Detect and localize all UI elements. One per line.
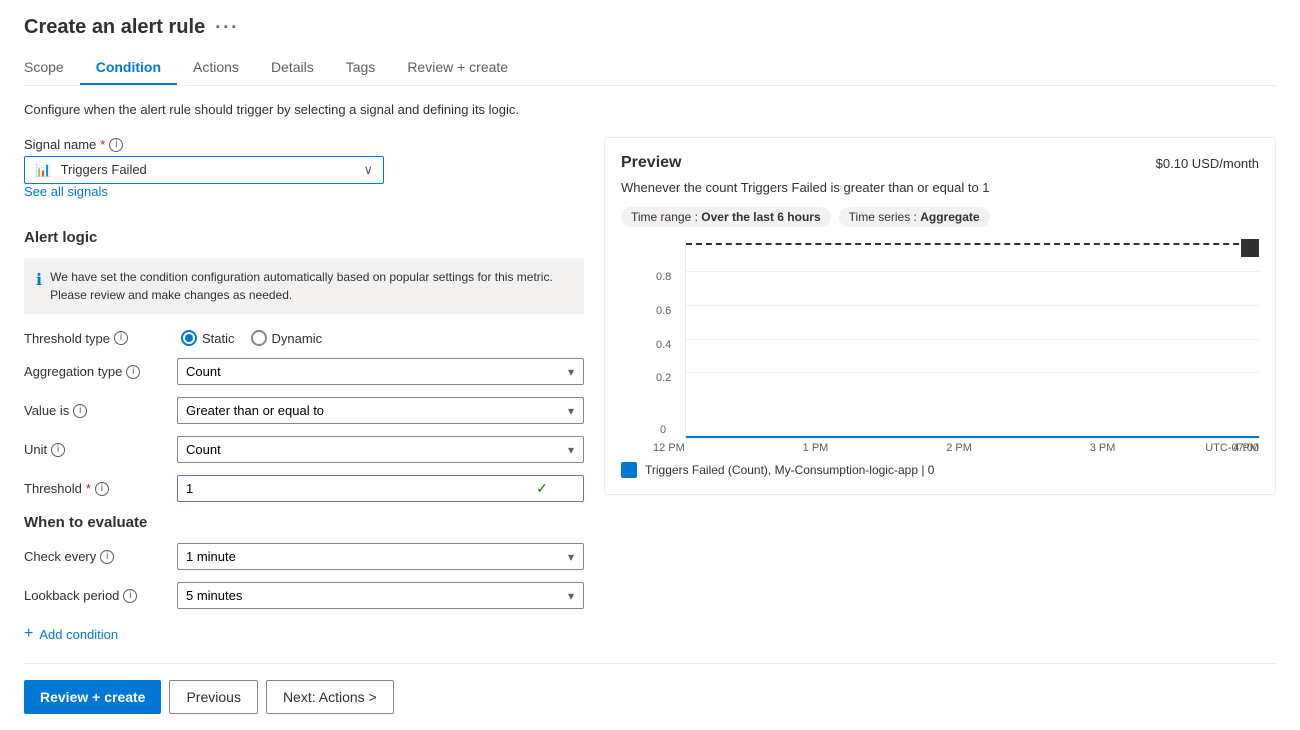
grid-line-04 xyxy=(686,339,1259,340)
legend-color-box xyxy=(621,462,637,478)
time-series-label: Time series : xyxy=(849,210,917,224)
legend-text: Triggers Failed (Count), My-Consumption-… xyxy=(645,463,934,477)
preview-description: Whenever the count Triggers Failed is gr… xyxy=(621,180,1259,195)
threshold-type-info-icon[interactable]: i xyxy=(114,331,128,345)
threshold-required-marker: * xyxy=(86,481,91,496)
signal-name-value: Triggers Failed xyxy=(61,162,147,177)
alert-logic-info-box: ℹ We have set the condition configuratio… xyxy=(24,258,584,314)
page-title: Create an alert rule xyxy=(24,16,205,39)
signal-required-marker: * xyxy=(100,137,105,152)
radio-static-circle xyxy=(181,330,197,346)
preview-panel: Preview $0.10 USD/month Whenever the cou… xyxy=(604,137,1276,495)
see-all-signals-link[interactable]: See all signals xyxy=(24,184,108,199)
x-label-3pm: 3 PM xyxy=(1090,442,1116,454)
previous-button[interactable]: Previous xyxy=(169,680,257,714)
tab-scope[interactable]: Scope xyxy=(24,51,80,85)
data-line xyxy=(686,436,1259,438)
y-label-04: 0.4 xyxy=(656,339,671,351)
chart-x-labels: 12 PM 1 PM 2 PM 3 PM 4 PM UTC-07:00 xyxy=(653,439,1259,454)
check-every-label: Check every xyxy=(24,549,96,564)
radio-static[interactable]: Static xyxy=(181,330,235,346)
aggregation-type-select[interactable]: Count Average Maximum Minimum xyxy=(177,358,584,385)
tab-condition[interactable]: Condition xyxy=(80,51,177,85)
review-create-button[interactable]: Review + create xyxy=(24,680,161,714)
tab-tags[interactable]: Tags xyxy=(330,51,392,85)
unit-wrapper: Count xyxy=(177,436,584,463)
page-title-dots: ··· xyxy=(215,17,239,38)
threshold-label: Threshold xyxy=(24,481,82,496)
info-box-icon: ℹ xyxy=(36,269,42,304)
lookback-period-info-icon[interactable]: i xyxy=(123,589,137,603)
lookback-period-wrapper: 5 minutes 1 minute 10 minutes xyxy=(177,582,584,609)
threshold-marker xyxy=(1241,239,1259,257)
radio-dynamic[interactable]: Dynamic xyxy=(251,330,323,346)
tab-actions[interactable]: Actions xyxy=(177,51,255,85)
value-is-select[interactable]: Greater than or equal to Greater than Le… xyxy=(177,397,584,424)
x-label-12pm: 12 PM xyxy=(653,442,685,454)
nav-tabs: Scope Condition Actions Details Tags Rev… xyxy=(24,51,1276,86)
alert-logic-title: Alert logic xyxy=(24,229,584,246)
chart-timezone: UTC-07:00 xyxy=(1205,442,1259,454)
threshold-dashed-line xyxy=(686,243,1259,245)
lookback-period-select[interactable]: 5 minutes 1 minute 10 minutes xyxy=(177,582,584,609)
tab-details[interactable]: Details xyxy=(255,51,330,85)
unit-label: Unit xyxy=(24,442,47,457)
time-range-label: Time range : xyxy=(631,210,698,224)
lookback-period-label: Lookback period xyxy=(24,588,119,603)
time-series-value: Aggregate xyxy=(920,210,979,224)
y-label-0: 0 xyxy=(660,424,666,436)
signal-bar-icon: 📊 xyxy=(35,162,51,177)
threshold-input-wrapper: ✓ xyxy=(177,475,584,502)
threshold-input[interactable] xyxy=(186,481,536,496)
y-label-08: 0.8 xyxy=(656,271,671,283)
threshold-type-radio-group: Static Dynamic xyxy=(181,330,322,346)
y-label-02: 0.2 xyxy=(656,372,671,384)
grid-line-02 xyxy=(686,372,1259,373)
unit-select[interactable]: Count xyxy=(177,436,584,463)
signal-name-label: Signal name xyxy=(24,137,96,152)
preview-time-range-tag: Time range : Over the last 6 hours xyxy=(621,207,831,227)
page-description: Configure when the alert rule should tri… xyxy=(24,102,1276,117)
radio-static-label: Static xyxy=(202,331,235,346)
aggregation-type-wrapper: Count Average Maximum Minimum xyxy=(177,358,584,385)
next-actions-button[interactable]: Next: Actions > xyxy=(266,680,394,714)
value-is-info-icon[interactable]: i xyxy=(73,404,87,418)
radio-dynamic-label: Dynamic xyxy=(272,331,323,346)
x-label-1pm: 1 PM xyxy=(803,442,829,454)
value-is-wrapper: Greater than or equal to Greater than Le… xyxy=(177,397,584,424)
y-label-06: 0.6 xyxy=(656,305,671,317)
preview-time-series-tag: Time series : Aggregate xyxy=(839,207,990,227)
signal-name-info-icon[interactable]: i xyxy=(109,138,123,152)
x-label-2pm: 2 PM xyxy=(946,442,972,454)
chart-area: 0.8 0.6 0.4 0.2 0 xyxy=(685,239,1259,439)
add-condition-button[interactable]: + Add condition xyxy=(24,625,584,643)
threshold-check-icon: ✓ xyxy=(536,480,548,497)
plus-icon: + xyxy=(24,625,33,643)
preview-cost: $0.10 USD/month xyxy=(1156,156,1259,171)
tab-review-create[interactable]: Review + create xyxy=(391,51,524,85)
add-condition-label: Add condition xyxy=(39,627,118,642)
signal-dropdown-chevron: ∨ xyxy=(363,162,373,178)
grid-line-08 xyxy=(686,271,1259,272)
chart-outer: 0.8 0.6 0.4 0.2 0 xyxy=(621,239,1259,454)
chart-legend: Triggers Failed (Count), My-Consumption-… xyxy=(621,462,1259,478)
signal-name-dropdown[interactable]: 📊 Triggers Failed ∨ xyxy=(24,156,384,184)
alert-logic-info-text: We have set the condition configuration … xyxy=(50,268,572,304)
value-is-label: Value is xyxy=(24,403,69,418)
check-every-info-icon[interactable]: i xyxy=(100,550,114,564)
check-every-select[interactable]: 1 minute 5 minutes 15 minutes xyxy=(177,543,584,570)
grid-line-06 xyxy=(686,305,1259,306)
check-every-wrapper: 1 minute 5 minutes 15 minutes xyxy=(177,543,584,570)
radio-dynamic-circle xyxy=(251,330,267,346)
aggregation-type-info-icon[interactable]: i xyxy=(126,365,140,379)
bottom-bar: Review + create Previous Next: Actions > xyxy=(24,663,1276,714)
preview-title: Preview xyxy=(621,154,681,172)
threshold-type-label: Threshold type xyxy=(24,331,110,346)
when-to-evaluate-title: When to evaluate xyxy=(24,514,584,531)
aggregation-type-label: Aggregation type xyxy=(24,364,122,379)
time-range-value: Over the last 6 hours xyxy=(701,210,820,224)
unit-info-icon[interactable]: i xyxy=(51,443,65,457)
threshold-info-icon[interactable]: i xyxy=(95,482,109,496)
